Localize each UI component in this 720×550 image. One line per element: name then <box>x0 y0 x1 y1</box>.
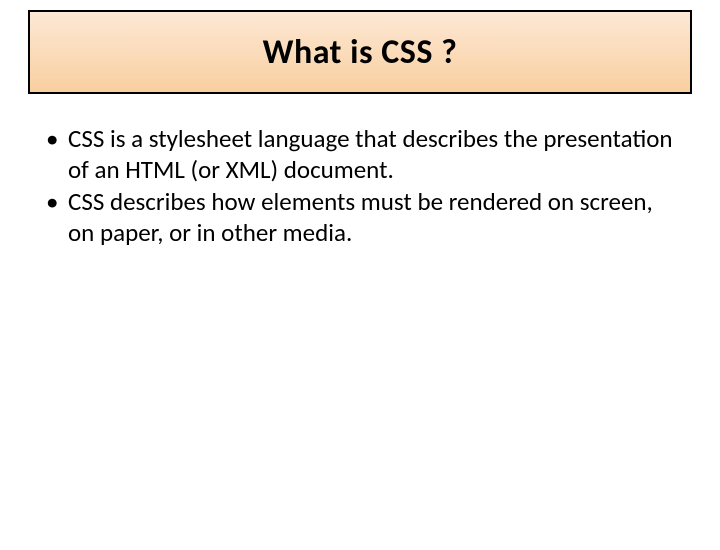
bullet-text: CSS is a stylesheet language that descri… <box>68 123 673 185</box>
title-box: What is CSS ? <box>28 10 692 94</box>
bullet-text: CSS describes how elements must be rende… <box>68 186 653 248</box>
list-item: CSS describes how elements must be rende… <box>40 187 680 248</box>
slide-title: What is CSS ? <box>263 32 458 73</box>
slide-content: CSS is a stylesheet language that descri… <box>40 124 680 248</box>
list-item: CSS is a stylesheet language that descri… <box>40 124 680 185</box>
bullet-list: CSS is a stylesheet language that descri… <box>40 124 680 248</box>
